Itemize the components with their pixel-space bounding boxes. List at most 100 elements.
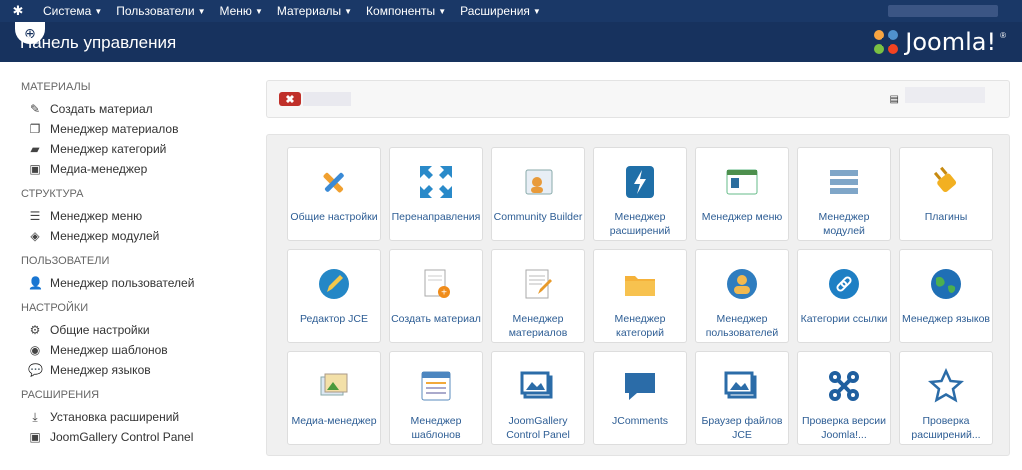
sidebar-item[interactable]: ✎ Создать материал	[0, 99, 250, 119]
quick-icon-label: Менеджер шаблонов	[410, 415, 462, 441]
sidebar-item[interactable]: ⚙ Общие настройки	[0, 320, 250, 340]
quick-icon-tile[interactable]: Менеджер категорий	[593, 249, 687, 343]
quick-icon-label: Создать материал	[391, 313, 481, 325]
sidebar-item-label: Менеджер категорий	[50, 142, 167, 156]
users-icon: 👤	[28, 276, 43, 290]
quick-icon-tile[interactable]: JComments	[593, 351, 687, 445]
plug-icon	[926, 162, 966, 202]
file-browser-icon	[722, 366, 762, 406]
eye-icon: ◉	[29, 343, 41, 357]
link-icon	[824, 264, 864, 304]
sidebar-item-label: JoomGallery Control Panel	[50, 430, 194, 444]
top-menu-item-label: Пользователи	[116, 4, 195, 18]
download-icon: ⤓	[32, 409, 38, 424]
top-menu-item[interactable]: Расширения ▼	[453, 0, 548, 22]
sidebar-section-title: ПОЛЬЗОВАТЕЛИ	[21, 255, 110, 267]
quick-icon-tile[interactable]: Менеджер материалов	[491, 249, 585, 343]
quick-icon-tile[interactable]: Проверка версии Joomla!...	[797, 351, 891, 445]
sidebar-item-label: Менеджер меню	[50, 209, 143, 223]
sidebar-item[interactable]: ❐ Менеджер материалов	[0, 119, 250, 139]
sidebar-section-title: НАСТРОЙКИ	[21, 302, 89, 314]
sidebar-section-title: СТРУКТУРА	[21, 188, 84, 200]
top-menu: Система ▼ Пользователи ▼ Меню ▼ Материалы ▼ Комп…	[36, 0, 548, 22]
quick-icon-tile[interactable]: Редактор JCE	[287, 249, 381, 343]
template-icon	[416, 366, 456, 406]
sidebar-item-label: Создать материал	[50, 102, 153, 116]
sidebar-item[interactable]: 💬 Менеджер языков	[0, 360, 250, 380]
quick-icon-tile[interactable]: Плагины	[899, 147, 993, 241]
quick-icon-tile[interactable]: Community Builder	[491, 147, 585, 241]
quick-icon-label: Менеджер меню	[701, 211, 783, 223]
sidebar-item[interactable]: ◈ Менеджер модулей	[0, 226, 250, 246]
document-icon: ▤	[889, 94, 899, 105]
sidebar-item[interactable]: ◉ Менеджер шаблонов	[0, 340, 250, 360]
quick-icon-tile[interactable]: Медиа-менеджер	[287, 351, 381, 445]
image-icon: ▣	[29, 430, 41, 444]
quick-icon-label: Community Builder	[493, 211, 583, 223]
pencil-icon: ✎	[29, 102, 41, 116]
quick-icon-tile[interactable]: Менеджер шаблонов	[389, 351, 483, 445]
quick-icon-label: Менеджер категорий	[614, 313, 666, 339]
caret-down-icon: ▼	[197, 6, 206, 16]
caret-down-icon: ▼	[438, 6, 447, 16]
sidebar-section-title: РАСШИРЕНИЯ	[21, 389, 100, 401]
sidebar-item[interactable]: 👤 Менеджер пользователей	[0, 273, 250, 293]
quick-icon-tile[interactable]: Менеджер языков	[899, 249, 993, 343]
article-edit-icon	[518, 264, 558, 304]
sidebar-item-label: Менеджер языков	[50, 363, 151, 377]
joomla-menu-icon[interactable]: ✱	[0, 0, 36, 22]
quick-icon-tile[interactable]: Браузер файлов JCE	[695, 351, 789, 445]
sidebar-item[interactable]: ⤓ Установка расширений	[0, 407, 250, 427]
speech-bubble-icon	[620, 366, 660, 406]
sidebar-item[interactable]: ☰ Менеджер меню	[0, 206, 250, 226]
quick-icon-tile[interactable]: Менеджер пользователей	[695, 249, 789, 343]
alert-info	[905, 87, 985, 103]
alert-text	[303, 92, 351, 106]
quick-icon-tile[interactable]: Менеджер меню	[695, 147, 789, 241]
top-menu-item-label: Компоненты	[366, 4, 436, 18]
star-icon	[926, 366, 966, 406]
sidebar-item-label: Менеджер пользователей	[50, 276, 195, 290]
top-navbar: ✱ Система ▼ Пользователи ▼ Меню ▼ Материалы ▼ Ко…	[0, 0, 1022, 22]
quick-icon-tile[interactable]: Менеджер расширений	[593, 147, 687, 241]
sidebar-item[interactable]: ▣ JoomGallery Control Panel	[0, 427, 250, 447]
brand-name: Joomla!	[905, 28, 997, 56]
quick-icon-tile[interactable]: Категории ссылки	[797, 249, 891, 343]
menu-window-icon	[722, 162, 762, 202]
top-menu-item[interactable]: Компоненты ▼	[359, 0, 453, 22]
quick-icon-label: Медиа-менеджер	[291, 415, 377, 427]
quick-icon-tile[interactable]: Проверка расширений...	[899, 351, 993, 445]
top-menu-item-label: Материалы	[276, 4, 342, 18]
quick-icon-label: Перенаправления	[391, 211, 481, 223]
close-icon[interactable]: ✖	[279, 92, 301, 106]
quick-icon-tile[interactable]: Перенаправления	[389, 147, 483, 241]
quick-icon-label: Менеджер пользователей	[705, 313, 779, 339]
quick-icon-tile[interactable]: + Создать материал	[389, 249, 483, 343]
new-document-icon: +	[416, 264, 456, 304]
caret-down-icon: ▼	[532, 6, 541, 16]
top-menu-item-label: Меню	[219, 4, 252, 18]
top-menu-item[interactable]: Пользователи ▼	[109, 0, 212, 22]
svg-text:+: +	[441, 288, 447, 299]
sidebar-item[interactable]: ▰ Менеджер категорий	[0, 139, 250, 159]
joomla-logo-icon	[824, 366, 864, 406]
brand-registered: ®	[1000, 31, 1006, 40]
top-menu-item[interactable]: Система ▼	[36, 0, 109, 22]
folder-icon: ▰	[30, 142, 40, 156]
gallery-picture-icon	[518, 366, 558, 406]
sidebar-section-title: МАТЕРИАЛЫ	[21, 81, 91, 93]
top-menu-item[interactable]: Меню ▼	[213, 0, 270, 22]
user-menu[interactable]	[888, 5, 998, 17]
sidebar-item[interactable]: ▣ Медиа-менеджер	[0, 159, 250, 179]
jce-pencil-icon	[314, 264, 354, 304]
sidebar-item-label: Медиа-менеджер	[50, 162, 148, 176]
quick-icon-tile[interactable]: Менеджер модулей	[797, 147, 891, 241]
quick-icon-label: Плагины	[924, 211, 968, 223]
quick-icon-tile[interactable]: Общие настройки	[287, 147, 381, 241]
sidebar-item-label: Менеджер материалов	[50, 122, 179, 136]
flash-icon	[620, 162, 660, 202]
quick-icon-label: Менеджер расширений	[609, 211, 671, 237]
quick-icon-tile[interactable]: JoomGallery Control Panel	[491, 351, 585, 445]
top-menu-item[interactable]: Материалы ▼	[270, 0, 359, 22]
sidebar-item-label: Менеджер шаблонов	[50, 343, 168, 357]
